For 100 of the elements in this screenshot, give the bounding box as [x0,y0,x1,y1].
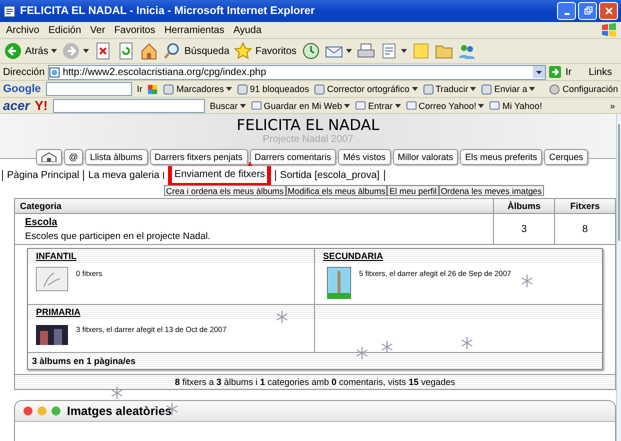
maximize-button[interactable] [578,2,597,20]
toolbar-button[interactable]: Guardar en Mi Web [250,100,350,111]
search-icon [163,42,182,60]
nav-link[interactable]: La meva galeria [88,170,160,181]
settings-icon [549,84,560,94]
more-button[interactable]: » [610,100,615,110]
minimize-icon [564,13,570,15]
column-header: Categoria [19,200,63,214]
caret-icon [394,104,401,108]
caret-icon [529,87,536,91]
search-button[interactable]: Buscar [210,100,246,110]
caret-icon [470,87,476,91]
menu-item[interactable]: Favoritos [114,24,156,36]
menu-item[interactable]: Ver [90,24,106,36]
go-arrow-icon [548,66,561,78]
caret-icon [346,49,352,53]
search-button[interactable]: Búsqueda [163,42,230,60]
toolbar-button[interactable]: Traducir [422,84,476,94]
note-icon [412,42,430,60]
star-icon [234,42,252,60]
toolbar-button[interactable]: Correo Yahoo! [406,100,484,111]
document-icon [380,42,398,60]
star-button[interactable]: Favoritos [234,42,297,60]
caret-icon [51,49,58,53]
nav-tab[interactable]: Els meus preferits [460,148,542,165]
toolbar-button[interactable]: Marcadores [163,84,232,94]
gallery-stats: 8 fitxers a 3 àlbums i 1 categories amb 0 comentaris, vists 15 vegades [15,374,615,390]
column-header: Àlbums [493,199,554,214]
search-field[interactable] [46,82,132,96]
toolbar-button[interactable]: Corrector ortográfico [314,84,418,94]
address-field[interactable]: http://www2.escolacristiana.org/cpg/index.php [48,64,546,80]
go-button[interactable]: Ir [136,84,142,94]
tool-icon [236,84,248,94]
toolbar-button[interactable] [356,42,375,60]
toolbar-button[interactable] [94,42,112,60]
painting-thumbnail[interactable] [327,267,351,300]
home-icon [140,42,158,60]
clock-icon [302,42,320,60]
photo-placeholder[interactable] [36,323,68,348]
home-tab[interactable] [36,148,62,165]
restore-icon [582,6,592,16]
tool-icon [250,100,262,111]
site-title: FELICITA EL NADAL [236,116,380,134]
category-description: Escoles que participen en el projecte Nadal. [25,230,210,242]
color-blocks-icon [147,84,158,94]
menu-item[interactable]: Herramientas [164,24,224,36]
tool-icon [481,84,492,94]
nav-link[interactable]: Pàgina Principal [7,170,80,181]
caret-icon [240,104,246,108]
stop-icon [94,42,112,60]
window-dots-icon [23,406,61,416]
nav-tab[interactable]: Cerques [544,148,588,165]
snowflake-icon [520,274,534,288]
album-action-button[interactable]: Ordena les meves imatges [438,185,544,196]
menu-item[interactable]: Edición [48,24,82,36]
scrollbar[interactable] [616,114,621,441]
sketch-thumbnail[interactable] [36,267,68,292]
settings-button[interactable]: Configuración [549,84,618,94]
minimize-button[interactable] [557,2,576,20]
nav-tab[interactable]: Darrers comentaris [250,148,336,165]
toolbar-button[interactable] [302,42,320,60]
window-title: FELICITA EL NADAL - Inicia - Microsoft Internet Explorer [20,5,316,17]
caret-icon [344,104,350,108]
album-link[interactable]: PRIMARIA [36,307,80,318]
nav-link[interactable]: Enviament de fitxers [174,168,266,180]
tool-icon [314,84,325,94]
search-field[interactable] [52,98,205,112]
album-link[interactable]: INFANTIL [36,251,76,262]
nav-tab[interactable]: Llista àlbums [84,148,148,165]
nav-tab[interactable]: Darrers fitxers penjats [150,148,248,165]
album-action-button[interactable]: El meu perfil [387,185,439,196]
go-button[interactable]: Ir [548,66,572,78]
tool-icon [406,100,417,111]
links-button[interactable]: Links [588,66,612,78]
toolbar-button[interactable]: 91 bloqueados [236,84,309,94]
album-action-button[interactable]: Crea i ordena els meus àlbums [164,185,286,196]
yahoo-logo: Y! [34,98,48,113]
album-action-button[interactable]: Modifica els meus àlbums [286,185,388,196]
toolbar-button[interactable] [380,42,407,60]
category-link[interactable]: Escola [25,216,58,228]
menu-item[interactable]: Archivo [6,24,40,36]
toolbar-button[interactable]: Mi Yahoo! [489,100,542,111]
menu-item[interactable]: Ayuda [233,24,262,36]
back-arrow-button[interactable]: Atrás [4,42,58,60]
refresh-icon [117,42,136,60]
toolbar-button[interactable]: Enviar a [481,84,536,94]
close-button[interactable] [599,2,618,20]
tool-icon [355,100,366,111]
toolbar-button[interactable]: Entrar [355,100,401,111]
album-count: 3 àlbums en 1 pàgina/es [28,353,602,370]
album-link[interactable]: SECUNDARIA [323,251,384,262]
close-icon [604,6,614,16]
caret-icon [400,49,407,53]
caret-icon [226,87,232,91]
nav-tab[interactable]: @ [64,148,83,165]
nav-link[interactable]: Sortida [escola_prova] [280,170,380,181]
nav-tab[interactable]: Millor valorats [392,148,458,165]
windows-flag-icon [601,23,617,37]
toolbar-button[interactable] [62,42,90,60]
nav-tab[interactable]: Més vistos [338,148,391,165]
